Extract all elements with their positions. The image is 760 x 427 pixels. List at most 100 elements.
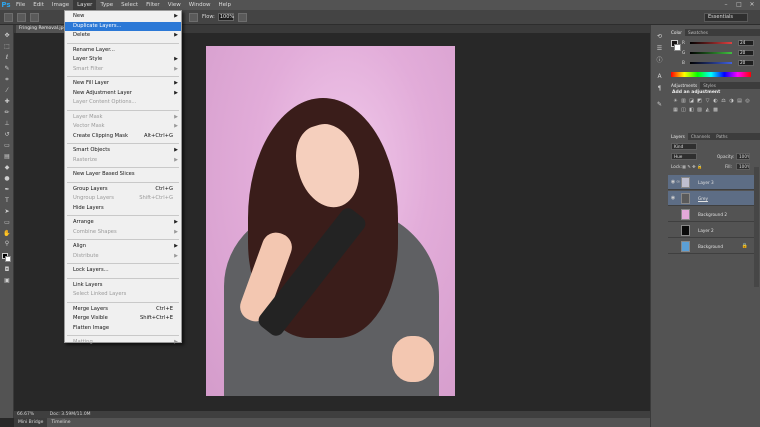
color-spectrum[interactable] [671, 72, 751, 77]
adjustment-15-icon[interactable]: ◭ [704, 107, 711, 113]
adjustment-8-icon[interactable]: ◑ [728, 98, 735, 104]
menu-edit[interactable]: Edit [29, 0, 48, 10]
slider-r-track[interactable] [690, 42, 732, 44]
menu-item-new-adjustment-layer[interactable]: New Adjustment Layer ▶ [65, 89, 181, 98]
marquee-tool-icon[interactable]: ⬚ [3, 44, 11, 50]
menu-item-new-fill-layer[interactable]: New Fill Layer ▶ [65, 79, 181, 88]
layer-row[interactable]: Background 2 [668, 207, 754, 222]
tab-mini-bridge[interactable]: Mini Bridge [14, 418, 48, 427]
menu-item-rasterize[interactable]: Rasterize ▶ [65, 156, 181, 165]
adjustment-1-icon[interactable]: ☀ [672, 98, 679, 104]
fill-field[interactable]: 100% [736, 163, 750, 170]
menu-item-matting[interactable]: Matting ▶ [65, 338, 181, 347]
adjustment-14-icon[interactable]: ▨ [696, 107, 703, 113]
document-tab[interactable]: Fringing Removal.jpg [16, 25, 66, 33]
tab-styles[interactable]: Styles [700, 82, 719, 89]
slider-b-value[interactable]: 20 [738, 60, 754, 66]
menu-item-arrange[interactable]: Arrange ▶ [65, 218, 181, 227]
lock-icons[interactable]: ▦ ✎ ✥ 🔒 [682, 163, 702, 170]
menu-item-delete[interactable]: Delete ▶ [65, 31, 181, 40]
visibility-eye-icon[interactable]: ◉ [670, 195, 676, 201]
menu-item-link-layers[interactable]: Link Layers [65, 281, 181, 290]
menu-item-hide-layers[interactable]: Hide Layers [65, 204, 181, 213]
gradient-tool-icon[interactable]: ▤ [3, 154, 11, 160]
menu-item-layer-mask[interactable]: Layer Mask ▶ [65, 113, 181, 122]
menu-item-align[interactable]: Align ▶ [65, 242, 181, 251]
healing-tool-icon[interactable]: ✚ [3, 99, 11, 105]
tab-paths[interactable]: Paths [713, 133, 730, 140]
pen-tool-icon[interactable]: ✒ [3, 187, 11, 193]
airbrush-icon[interactable] [189, 12, 198, 22]
menu-item-layer-content-options[interactable]: Layer Content Options... [65, 98, 181, 107]
eyedropper-tool-icon[interactable]: ⁄ [3, 88, 11, 94]
shape-tool-icon[interactable]: ▭ [3, 220, 11, 226]
history-panel-icon[interactable]: ⟲ [655, 33, 664, 40]
quick-mask-icon[interactable]: ◘ [3, 267, 11, 273]
minimize-icon[interactable]: – [722, 1, 730, 9]
menu-item-new[interactable]: New ▶ [65, 12, 181, 21]
workspace-select[interactable]: Essentials [704, 13, 748, 22]
visibility-eye-icon[interactable] [670, 211, 676, 217]
brush-settings-icon[interactable]: ✎ [655, 101, 664, 108]
close-icon[interactable]: ✕ [748, 1, 756, 9]
adjustment-7-icon[interactable]: ⚖ [720, 98, 727, 104]
quick-select-tool-icon[interactable]: ✎ [3, 66, 11, 72]
crop-tool-icon[interactable]: ⌗ [3, 77, 11, 83]
layer-filter-select[interactable]: Kind [671, 143, 697, 150]
opacity-field[interactable]: 100% [736, 153, 750, 160]
adjustment-6-icon[interactable]: ◐ [712, 98, 719, 104]
slider-g-value[interactable]: 20 [738, 50, 754, 56]
menu-filter[interactable]: Filter [142, 0, 164, 10]
layer-name[interactable]: Layer 3 [698, 175, 714, 190]
tab-color[interactable]: Color [668, 29, 685, 36]
menu-item-flatten-image[interactable]: Flatten Image [65, 324, 181, 333]
layer-name[interactable]: Layer 2 [698, 223, 714, 238]
properties-panel-icon[interactable]: ☰ [655, 45, 664, 52]
brush-tool-icon[interactable]: ✏ [3, 110, 11, 116]
flow-field[interactable]: 100% [217, 13, 234, 21]
color-bg-preview[interactable] [674, 44, 681, 51]
tab-swatches[interactable]: Swatches [685, 29, 711, 36]
menu-item-layer-style[interactable]: Layer Style ▶ [65, 55, 181, 64]
layer-thumbnail[interactable] [681, 209, 690, 220]
menu-item-smart-filter[interactable]: Smart Filter ▶ [65, 65, 181, 74]
zoom-tool-icon[interactable]: ⚲ [3, 241, 11, 247]
slider-b[interactable]: B 20 [682, 60, 754, 66]
adjustment-11-icon[interactable]: ▦ [672, 107, 679, 113]
layer-thumbnail[interactable] [681, 193, 690, 204]
pressure-icon[interactable] [237, 12, 247, 22]
slider-b-track[interactable] [690, 62, 732, 64]
menu-item-lock-layers[interactable]: Lock Layers... [65, 266, 181, 275]
brush-preset-icon[interactable] [4, 12, 13, 22]
adjustment-12-icon[interactable]: ◫ [680, 107, 687, 113]
character-panel-icon[interactable]: A [655, 73, 664, 80]
menu-item-select-linked-layers[interactable]: Select Linked Layers [65, 290, 181, 299]
move-tool-icon[interactable]: ✥ [3, 33, 11, 39]
adjustment-9-icon[interactable]: ▤ [736, 98, 743, 104]
layer-name[interactable]: Background [698, 239, 723, 254]
screen-mode-icon[interactable]: ▣ [3, 278, 11, 284]
adjustment-10-icon[interactable]: ◎ [744, 98, 751, 104]
zoom-level[interactable]: 66.67% [14, 412, 34, 417]
layer-name[interactable]: Background 2 [698, 207, 727, 222]
slider-g[interactable]: G 20 [682, 50, 754, 56]
info-panel-icon[interactable]: ⓘ [655, 57, 664, 64]
adjustment-16-icon[interactable]: ▩ [712, 107, 719, 113]
dodge-tool-icon[interactable]: ● [3, 176, 11, 182]
menu-item-new-layer-based-slices[interactable]: New Layer Based Slices [65, 170, 181, 179]
eraser-tool-icon[interactable]: ▭ [3, 143, 11, 149]
menu-item-combine-shapes[interactable]: Combine Shapes ▶ [65, 228, 181, 237]
layer-thumbnail[interactable] [681, 241, 690, 252]
blur-tool-icon[interactable]: ◆ [3, 165, 11, 171]
menu-view[interactable]: View [164, 0, 185, 10]
tab-channels[interactable]: Channels [688, 133, 713, 140]
clone-stamp-tool-icon[interactable]: ⊥ [3, 121, 11, 127]
slider-r-value[interactable]: 24 [738, 40, 754, 46]
adjustment-13-icon[interactable]: ◧ [688, 107, 695, 113]
history-brush-tool-icon[interactable]: ↺ [3, 132, 11, 138]
menu-item-vector-mask[interactable]: Vector Mask ▶ [65, 122, 181, 131]
menu-file[interactable]: File [12, 0, 29, 10]
layer-name[interactable]: Grey [698, 191, 708, 206]
menu-item-rename-layer[interactable]: Rename Layer... [65, 46, 181, 55]
layer-row[interactable]: ◉ ∞ Layer 3 [668, 175, 754, 190]
